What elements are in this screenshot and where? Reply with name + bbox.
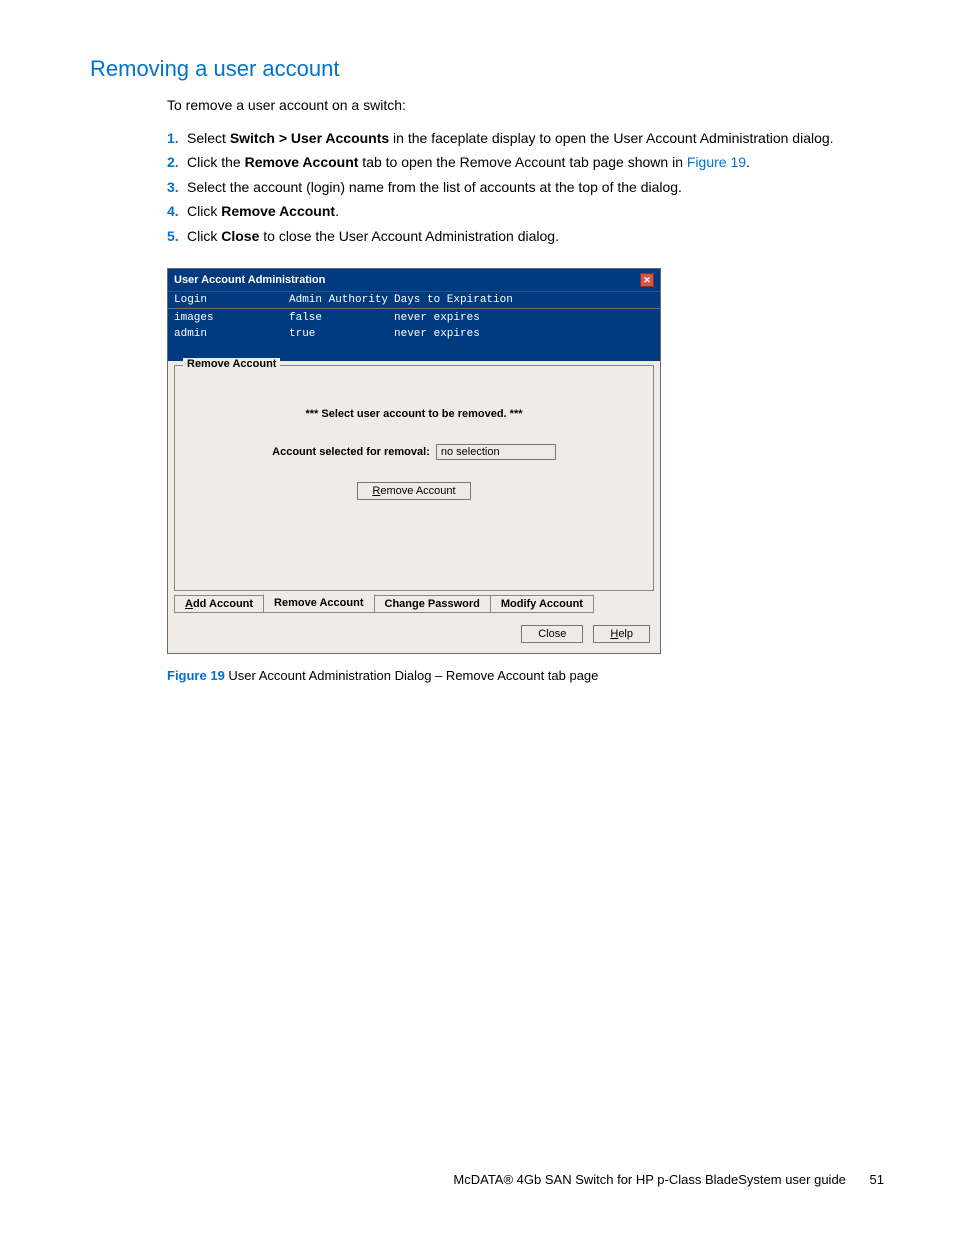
account-list-header: Login Admin Authority Days to Expiration (168, 291, 660, 309)
figure-label: Figure 19 (167, 668, 225, 683)
dialog-titlebar: User Account Administration ✕ (168, 269, 660, 291)
selected-account-label: Account selected for removal: (272, 446, 430, 458)
tab-modify-account[interactable]: Modify Account (490, 595, 594, 613)
col-days: Days to Expiration (394, 294, 654, 306)
figure-caption: Figure 19 User Account Administration Di… (167, 668, 884, 683)
step-1: Select Switch > User Accounts in the fac… (167, 126, 884, 151)
step-5: Click Close to close the User Account Ad… (167, 224, 884, 249)
remove-account-button[interactable]: Remove Account (357, 482, 470, 500)
remove-account-pane: Remove Account *** Select user account t… (174, 365, 654, 591)
step-2: Click the Remove Account tab to open the… (167, 150, 884, 175)
user-account-admin-dialog: User Account Administration ✕ Login Admi… (167, 268, 661, 654)
account-row[interactable]: images false never expires (174, 311, 654, 327)
account-row[interactable]: admin true never expires (174, 327, 654, 343)
dialog-tabs: Add Account Remove Account Change Passwo… (174, 595, 654, 615)
step-3: Select the account (login) name from the… (167, 175, 884, 200)
close-button[interactable]: Close (521, 625, 583, 643)
tab-change-password[interactable]: Change Password (374, 595, 491, 613)
close-icon[interactable]: ✕ (640, 273, 654, 287)
figure-ref-link[interactable]: Figure 19 (687, 154, 746, 170)
help-button[interactable]: Help (593, 625, 650, 643)
step-4: Click Remove Account. (167, 199, 884, 224)
section-heading: Removing a user account (90, 56, 884, 82)
instruction-text: *** Select user account to be removed. *… (185, 408, 643, 420)
page-number: 51 (870, 1172, 884, 1187)
page-footer: McDATA® 4Gb SAN Switch for HP p-Class Bl… (90, 1172, 884, 1187)
tab-add-account[interactable]: Add Account (174, 595, 264, 613)
tab-remove-account[interactable]: Remove Account (263, 594, 374, 613)
col-login: Login (174, 294, 289, 306)
account-list[interactable]: images false never expires admin true ne… (168, 309, 660, 361)
intro-text: To remove a user account on a switch: (167, 96, 884, 116)
pane-label: Remove Account (183, 358, 280, 370)
dialog-title: User Account Administration (174, 274, 325, 286)
col-admin: Admin Authority (289, 294, 394, 306)
footer-text: McDATA® 4Gb SAN Switch for HP p-Class Bl… (453, 1172, 846, 1187)
steps-list: Select Switch > User Accounts in the fac… (167, 126, 884, 249)
selected-account-field: no selection (436, 444, 556, 460)
